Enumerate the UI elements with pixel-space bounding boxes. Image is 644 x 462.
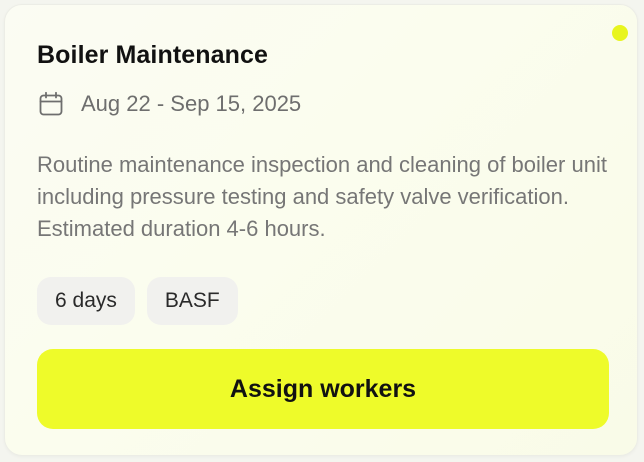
assign-workers-button[interactable]: Assign workers <box>37 349 609 429</box>
task-title: Boiler Maintenance <box>37 41 269 69</box>
tag-list: 6 days BASF <box>37 277 238 325</box>
duration-tag: 6 days <box>37 277 135 325</box>
date-range: Aug 22 - Sep 15, 2025 <box>81 91 302 116</box>
date-row: Aug 22 - Sep 15, 2025 <box>37 89 301 119</box>
task-description: Routine maintenance inspection and clean… <box>37 152 607 241</box>
calendar-icon <box>37 90 65 118</box>
status-dot <box>612 25 628 41</box>
client-tag: BASF <box>146 277 238 325</box>
task-card: Boiler Maintenance Aug 22 - Sep 15, 2025… <box>4 4 638 456</box>
